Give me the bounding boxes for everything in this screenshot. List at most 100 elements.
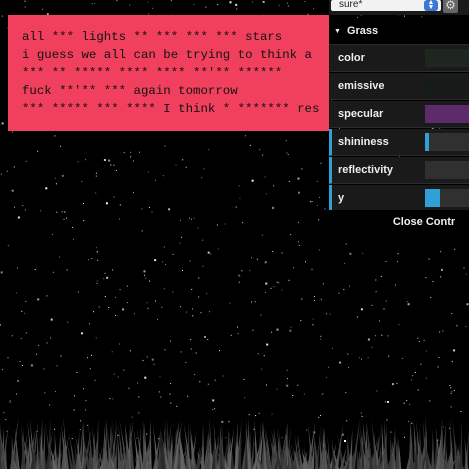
star bbox=[228, 421, 230, 423]
star bbox=[345, 243, 347, 245]
star bbox=[287, 378, 289, 380]
star bbox=[238, 274, 240, 276]
star bbox=[229, 302, 231, 304]
star bbox=[264, 176, 266, 178]
star bbox=[179, 242, 181, 244]
star bbox=[189, 260, 191, 262]
star bbox=[320, 162, 322, 164]
control-reflectivity[interactable]: reflectivity bbox=[329, 157, 469, 184]
star bbox=[346, 420, 348, 422]
star bbox=[409, 404, 411, 406]
star bbox=[66, 217, 68, 219]
star bbox=[168, 208, 171, 211]
star bbox=[450, 392, 452, 394]
star bbox=[182, 269, 183, 271]
star bbox=[54, 177, 56, 179]
star bbox=[212, 399, 215, 402]
star bbox=[157, 319, 159, 321]
star bbox=[162, 175, 164, 177]
star bbox=[104, 272, 106, 274]
star bbox=[298, 191, 300, 194]
star bbox=[129, 4, 131, 6]
control-y[interactable]: y bbox=[329, 185, 469, 212]
star bbox=[91, 258, 93, 259]
star bbox=[385, 261, 387, 262]
star bbox=[19, 360, 21, 362]
star bbox=[286, 369, 288, 371]
star bbox=[77, 161, 79, 163]
star bbox=[114, 296, 116, 298]
star bbox=[214, 408, 216, 410]
star bbox=[161, 306, 163, 308]
star bbox=[108, 307, 110, 308]
star bbox=[113, 164, 115, 166]
star bbox=[17, 267, 18, 269]
star bbox=[375, 279, 377, 281]
star bbox=[17, 379, 20, 382]
star bbox=[412, 375, 414, 377]
star bbox=[293, 267, 295, 269]
star bbox=[129, 350, 131, 352]
star bbox=[169, 393, 171, 395]
gear-icon[interactable]: ⚙ bbox=[443, 0, 458, 13]
star bbox=[74, 395, 75, 397]
star bbox=[205, 6, 207, 8]
star bbox=[289, 329, 292, 332]
star bbox=[301, 298, 303, 300]
star bbox=[119, 218, 120, 220]
folder-grass-title[interactable]: ▼ Grass bbox=[329, 18, 469, 45]
star bbox=[449, 385, 451, 386]
star bbox=[103, 159, 106, 161]
star bbox=[386, 419, 388, 421]
star bbox=[176, 405, 178, 407]
star bbox=[81, 332, 83, 335]
star bbox=[187, 395, 189, 397]
control-label: specular bbox=[338, 108, 384, 120]
star bbox=[442, 330, 444, 332]
star bbox=[95, 192, 97, 194]
star bbox=[24, 209, 26, 211]
note-line: fuck **'** *** again tomorrow bbox=[22, 84, 238, 98]
star bbox=[278, 282, 280, 284]
star bbox=[320, 298, 322, 300]
star bbox=[276, 328, 279, 331]
star bbox=[230, 334, 232, 336]
close-controls-button[interactable]: Close Contr bbox=[329, 210, 469, 234]
star bbox=[61, 211, 63, 213]
star bbox=[255, 415, 257, 417]
select-arrows-icon[interactable]: ▲ ▼ bbox=[424, 0, 438, 11]
star bbox=[264, 261, 267, 264]
star bbox=[281, 252, 283, 254]
star bbox=[85, 400, 87, 402]
color-swatch[interactable] bbox=[425, 49, 469, 67]
star bbox=[454, 248, 456, 250]
control-emissive[interactable]: emissive bbox=[329, 73, 469, 100]
star bbox=[356, 316, 358, 318]
color-swatch[interactable] bbox=[425, 105, 469, 123]
star bbox=[254, 301, 256, 303]
star bbox=[147, 307, 149, 309]
slider-track[interactable] bbox=[425, 161, 469, 179]
grass-blade bbox=[327, 436, 331, 469]
star bbox=[417, 389, 419, 391]
star bbox=[361, 415, 363, 417]
star bbox=[238, 281, 240, 283]
control-shininess[interactable]: shininess bbox=[329, 129, 469, 156]
star bbox=[81, 181, 83, 183]
star bbox=[181, 236, 183, 238]
star bbox=[136, 437, 138, 439]
note-line: all *** lights ** *** *** *** stars bbox=[22, 30, 283, 44]
star bbox=[309, 201, 311, 203]
control-color[interactable]: color bbox=[329, 45, 469, 72]
color-swatch[interactable] bbox=[425, 77, 469, 95]
star bbox=[96, 282, 98, 284]
star bbox=[60, 145, 62, 147]
star bbox=[312, 318, 314, 320]
star bbox=[425, 377, 427, 379]
star bbox=[80, 420, 82, 422]
slider-track[interactable] bbox=[425, 189, 469, 207]
star bbox=[24, 0, 26, 2]
slider-track[interactable] bbox=[425, 133, 469, 151]
control-specular[interactable]: specular bbox=[329, 101, 469, 128]
star bbox=[96, 247, 97, 249]
